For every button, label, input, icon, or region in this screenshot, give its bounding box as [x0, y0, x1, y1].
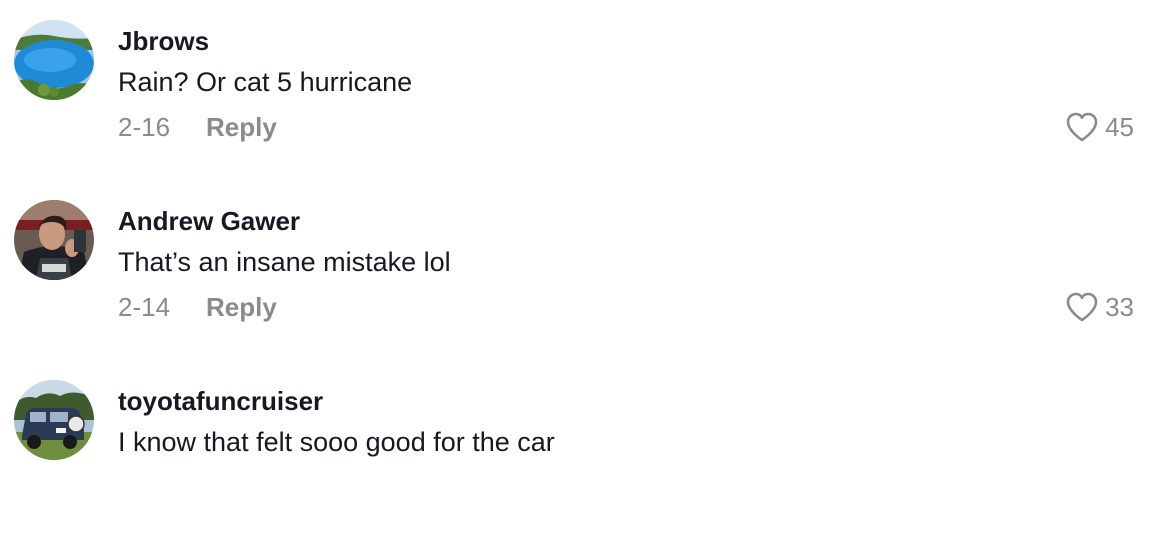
reply-button[interactable]: Reply — [206, 292, 277, 322]
comment-date: 2-14 — [118, 292, 171, 322]
heart-outline-icon — [1065, 291, 1099, 323]
heart-outline-icon — [1065, 111, 1099, 143]
comment-text: I know that felt sooo good for the car — [118, 427, 555, 457]
comment-item: toyotafuncruiser I know that felt sooo g… — [0, 378, 1164, 538]
comment-item: Andrew Gawer That’s an insane mistake lo… — [0, 198, 1164, 358]
avatar[interactable] — [14, 200, 94, 280]
comment-date: 2-16 — [118, 112, 171, 142]
avatar-image-person — [14, 200, 94, 280]
comment-username[interactable]: Jbrows — [118, 26, 209, 56]
comment-username[interactable]: toyotafuncruiser — [118, 386, 323, 416]
avatar-image-lake — [14, 20, 94, 100]
like-button[interactable]: 33 — [1065, 290, 1134, 324]
comment-item: Jbrows Rain? Or cat 5 hurricane 2-16 Rep… — [0, 18, 1164, 178]
avatar[interactable] — [14, 20, 94, 100]
like-count: 33 — [1105, 292, 1134, 322]
reply-button[interactable]: Reply — [206, 112, 277, 142]
comment-username[interactable]: Andrew Gawer — [118, 206, 300, 236]
avatar-image-car — [14, 380, 94, 460]
comment-text: That’s an insane mistake lol — [118, 247, 451, 277]
like-count: 45 — [1105, 112, 1134, 142]
avatar[interactable] — [14, 380, 94, 460]
like-button[interactable]: 45 — [1065, 110, 1134, 144]
comment-text: Rain? Or cat 5 hurricane — [118, 67, 413, 97]
